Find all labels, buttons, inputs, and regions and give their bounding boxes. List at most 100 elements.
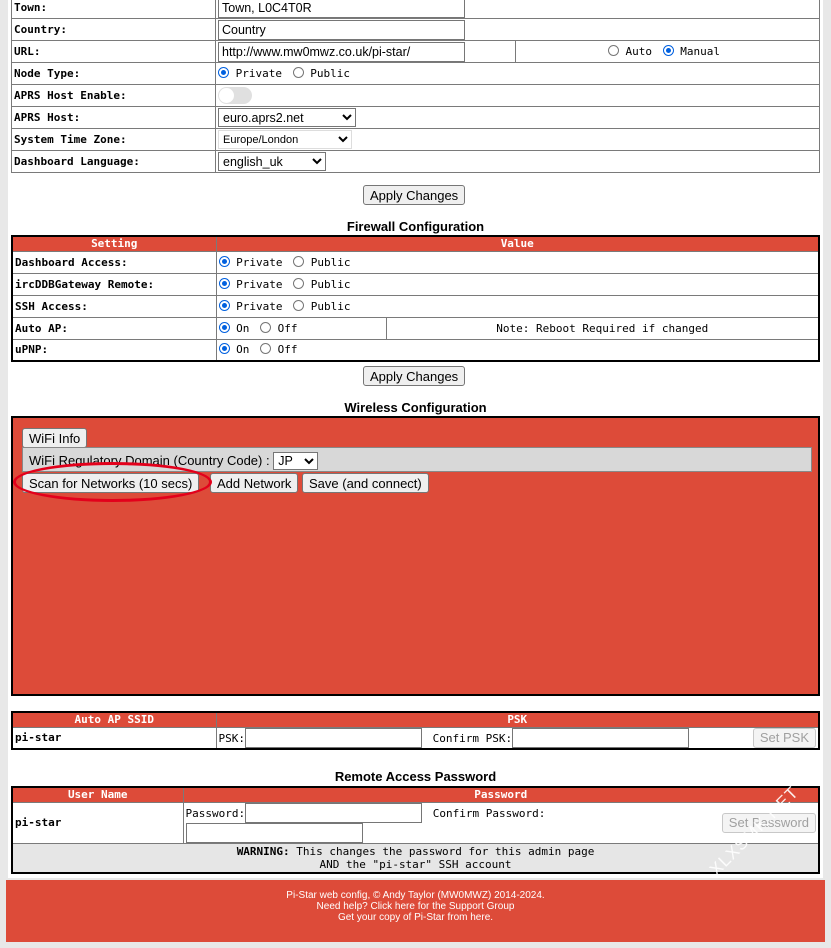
setting-column-header: Setting [11, 235, 217, 252]
user-name-column-header: User Name [11, 786, 184, 803]
table-row: pi-star Password: Confirm Password: Set … [11, 801, 820, 844]
psk-input[interactable] [245, 727, 422, 748]
auto-ap-on-radio[interactable] [218, 321, 230, 333]
timezone-select[interactable]: Europe/London [218, 130, 352, 149]
set-psk-button[interactable]: Set PSK [752, 727, 816, 748]
table-row: APRS Host: euro.aprs2.net [11, 106, 820, 129]
footer-copyright: Pi-Star web config, © Andy Taylor (MW0MW… [286, 890, 545, 901]
reboot-note: Note: Reboot Required if changed [385, 316, 820, 340]
warning-line-2: AND the "pi-star" SSH account [319, 857, 512, 871]
table-row: uPNP: On Off [11, 338, 820, 362]
aprs-host-label: APRS Host: [11, 106, 216, 129]
dashboard-private-radio[interactable] [218, 255, 230, 267]
url-auto-radio[interactable] [607, 45, 619, 56]
node-public-label: Public [310, 67, 350, 80]
footer: Pi-Star web config, © Andy Taylor (MW0MW… [6, 880, 825, 942]
url-auto-label: Auto [625, 45, 653, 58]
table-row: Auto AP: On Off Note: Reboot Required if… [11, 316, 820, 340]
country-input[interactable] [218, 19, 465, 40]
wireless-panel: WiFi Info WiFi Regulatory Domain (Countr… [11, 416, 820, 696]
ssh-private-radio[interactable] [218, 299, 230, 311]
upnp-on-radio[interactable] [218, 343, 230, 355]
upnp-on-label: On [236, 343, 250, 357]
upnp-label: uPNP: [11, 338, 217, 362]
remote-access-title: Remote Access Password [334, 769, 497, 784]
regulatory-domain-select[interactable]: JP [273, 452, 319, 470]
warning-cell: WARNING: This changes the password for t… [11, 842, 820, 874]
dashboard-public-label: Public [310, 255, 351, 269]
confirm-password-label: Confirm Password: [432, 806, 546, 820]
town-input[interactable] [218, 0, 465, 18]
add-network-button[interactable]: Add Network [210, 473, 299, 493]
save-connect-button[interactable]: Save (and connect) [302, 473, 429, 493]
ssh-access-label: SSH Access: [11, 294, 217, 318]
node-public-radio[interactable] [292, 67, 304, 78]
language-label: Dashboard Language: [11, 150, 216, 173]
table-row: Town: [11, 0, 820, 19]
wifi-info-button[interactable]: WiFi Info [22, 428, 88, 448]
url-label: URL: [11, 40, 216, 63]
auto-ap-off-radio[interactable] [260, 321, 271, 333]
support-group-link[interactable]: Need help? Click here for the Support Gr… [6, 901, 825, 912]
highlight-circle [13, 462, 212, 502]
dashboard-access-label: Dashboard Access: [11, 250, 217, 274]
upnp-off-radio[interactable] [260, 343, 271, 355]
password-input[interactable] [245, 802, 423, 823]
table-row: URL: Auto Manual [11, 40, 820, 63]
wireless-title: Wireless Configuration [344, 400, 487, 415]
confirm-password-input[interactable] [185, 822, 363, 843]
table-header-row: User Name Password [11, 786, 820, 803]
ircddb-private-label: Private [236, 277, 283, 291]
dashboard-private-label: Private [236, 255, 283, 269]
ssh-public-label: Public [310, 299, 351, 313]
table-header-row: Auto AP SSID PSK [11, 711, 820, 728]
auto-ap-on-label: On [236, 321, 250, 335]
ssid-value: pi-star [11, 726, 217, 750]
table-row: System Time Zone: Europe/London [11, 128, 820, 151]
value-column-header: Value [215, 235, 820, 252]
table-row: APRS Host Enable: [11, 84, 820, 107]
dashboard-public-radio[interactable] [293, 255, 305, 267]
download-link[interactable]: Get your copy of Pi-Star from here. [6, 912, 825, 923]
timezone-label: System Time Zone: [11, 128, 216, 151]
table-row: ircDDBGateway Remote: Private Public [11, 272, 820, 296]
apply-changes-button[interactable]: Apply Changes [363, 185, 466, 205]
firewall-table: Setting Value Dashboard Access: Private … [11, 235, 820, 362]
table-row: Dashboard Language: english_uk [11, 150, 820, 173]
ircddb-public-radio[interactable] [293, 277, 305, 289]
table-row: Node Type: Private Public [11, 62, 820, 85]
firewall-apply-button[interactable]: Apply Changes [363, 366, 466, 386]
aprs-enable-toggle[interactable] [218, 87, 252, 104]
table-row: Dashboard Access: Private Public [11, 250, 820, 274]
country-label: Country: [11, 18, 216, 41]
password-label: Password: [185, 806, 246, 820]
node-private-label: Private [235, 67, 282, 80]
ssh-public-radio[interactable] [293, 299, 305, 311]
town-label: Town: [11, 0, 216, 19]
table-row: SSH Access: Private Public [11, 294, 820, 318]
ircddb-public-label: Public [310, 277, 351, 291]
auto-ap-label: Auto AP: [11, 316, 217, 340]
table-row: pi-star PSK: Confirm PSK: Set PSK [11, 726, 820, 750]
psk-column-header: PSK [215, 711, 820, 728]
warning-bold: WARNING: [236, 844, 290, 858]
url-manual-radio[interactable] [662, 45, 674, 56]
table-row: WARNING: This changes the password for t… [11, 842, 820, 874]
ssid-column-header: Auto AP SSID [11, 711, 217, 728]
password-column-header: Password [182, 786, 820, 803]
url-manual-label: Manual [680, 45, 720, 58]
aprs-host-select[interactable]: euro.aprs2.net [218, 108, 356, 127]
ssh-private-label: Private [236, 299, 283, 313]
ircddb-private-radio[interactable] [218, 277, 230, 289]
auto-ap-off-label: Off [277, 321, 298, 335]
url-input[interactable] [218, 41, 465, 62]
node-private-radio[interactable] [218, 67, 229, 78]
language-select[interactable]: english_uk [218, 152, 326, 171]
confirm-psk-input[interactable] [512, 727, 690, 748]
confirm-psk-label: Confirm PSK: [432, 731, 513, 745]
general-config-table: Town: Country: URL: Auto Manual Node Typ… [11, 0, 820, 173]
table-row: Country: [11, 18, 820, 41]
table-header-row: Setting Value [11, 235, 820, 252]
psk-label: PSK: [218, 731, 246, 745]
node-type-label: Node Type: [11, 62, 216, 85]
